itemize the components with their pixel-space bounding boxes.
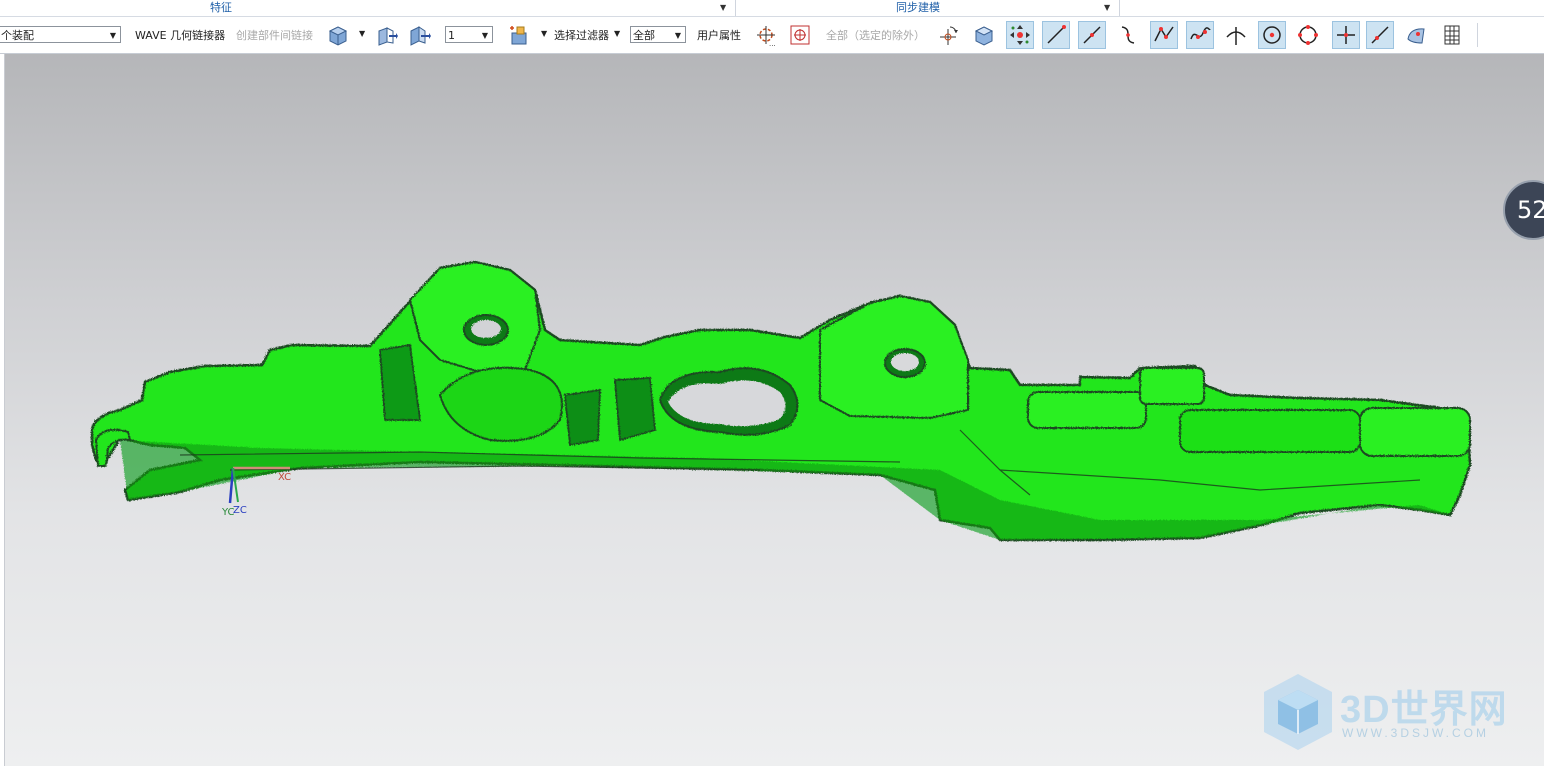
chevron-down-icon[interactable]: ▼ [541,29,547,38]
ribbon-group-features[interactable]: 特征 ▼ [0,0,734,16]
svg-text:...: ... [769,40,776,47]
cube-logo-icon [1264,674,1332,750]
watermark-url: WWW.3DSJW.COM [1342,726,1489,740]
watermark-text: 3D世界网 [1340,689,1508,731]
divider [1119,0,1120,16]
ribbon-group-sync-modeling[interactable]: 同步建模 ▼ [736,0,1118,16]
face-extract-icon[interactable] [372,21,400,49]
axis-label-z: ZC [233,505,247,516]
ribbon-group-label: 特征 [210,1,232,14]
wave-geometry-linker-button[interactable]: WAVE 几何链接器 [135,27,225,43]
ribbon-group-bar: 特征 ▼ 同步建模 ▼ [0,0,1544,17]
selection-toolbar: 个装配 ▼ WAVE 几何链接器 创建部件间链接 ▼ 1 ▼ ▼ 选择过滤器 ▼… [0,17,1544,54]
body-link-icon[interactable] [405,21,433,49]
viewport-border [0,54,5,766]
model-canvas[interactable]: XC YC ZC [0,54,1544,766]
graphics-viewport[interactable]: XC YC ZC [0,54,1544,766]
snap-point-icon[interactable] [1006,21,1034,49]
box-view-icon[interactable] [970,21,998,49]
create-interpart-link-button[interactable]: 创建部件间链接 [236,27,313,43]
chevron-down-icon[interactable]: ▼ [720,0,726,15]
chevron-down-icon[interactable]: ▼ [1104,0,1110,15]
assembly-scope-select[interactable]: 个装配 ▼ [0,26,121,43]
count-select[interactable]: 1 ▼ [445,26,493,43]
circle-quad-icon[interactable] [1294,21,1322,49]
watermark: 3D世界网 WWW.3DSJW.COM [1260,672,1530,756]
add-component-icon[interactable] [505,21,533,49]
polyline-icon[interactable] [1150,21,1178,49]
rotate-icon[interactable] [934,21,962,49]
solid-body-icon[interactable] [324,21,352,49]
bisect-icon[interactable] [1366,21,1394,49]
select-value: 1 [448,29,455,42]
selection-filter-label[interactable]: 选择过滤器 [554,27,609,43]
chevron-down-icon[interactable]: ▼ [614,29,620,38]
ribbon-group-label: 同步建模 [896,1,940,14]
gauge-value: 52 [1517,196,1544,224]
axis-label-x: XC [278,472,291,483]
cross-point-icon[interactable] [1332,21,1360,49]
chevron-down-icon[interactable]: ▼ [359,29,365,38]
select-value: 全部 [633,29,655,42]
point-target-icon[interactable] [786,21,814,49]
face-icon[interactable] [1402,21,1430,49]
all-except-selected-button[interactable]: 全部（选定的除外） [826,27,925,43]
grid-icon[interactable] [1438,21,1466,49]
intersect-icon[interactable] [1222,21,1250,49]
user-attributes-button[interactable]: 用户属性 [697,27,741,43]
chevron-down-icon: ▼ [481,31,488,40]
arc-center-icon[interactable] [1258,21,1286,49]
divider [1477,23,1478,47]
scope-select[interactable]: 全部 ▼ [630,26,686,43]
line-mid-icon[interactable] [1078,21,1106,49]
spline-icon[interactable] [1186,21,1214,49]
chevron-down-icon: ▼ [674,31,681,40]
move-snap-icon[interactable]: ... [752,21,780,49]
chevron-down-icon: ▼ [109,31,116,40]
line-end-icon[interactable] [1042,21,1070,49]
curve-icon[interactable] [1114,21,1142,49]
cast-part-model[interactable] [90,260,1472,542]
select-value: 个装配 [1,29,34,42]
